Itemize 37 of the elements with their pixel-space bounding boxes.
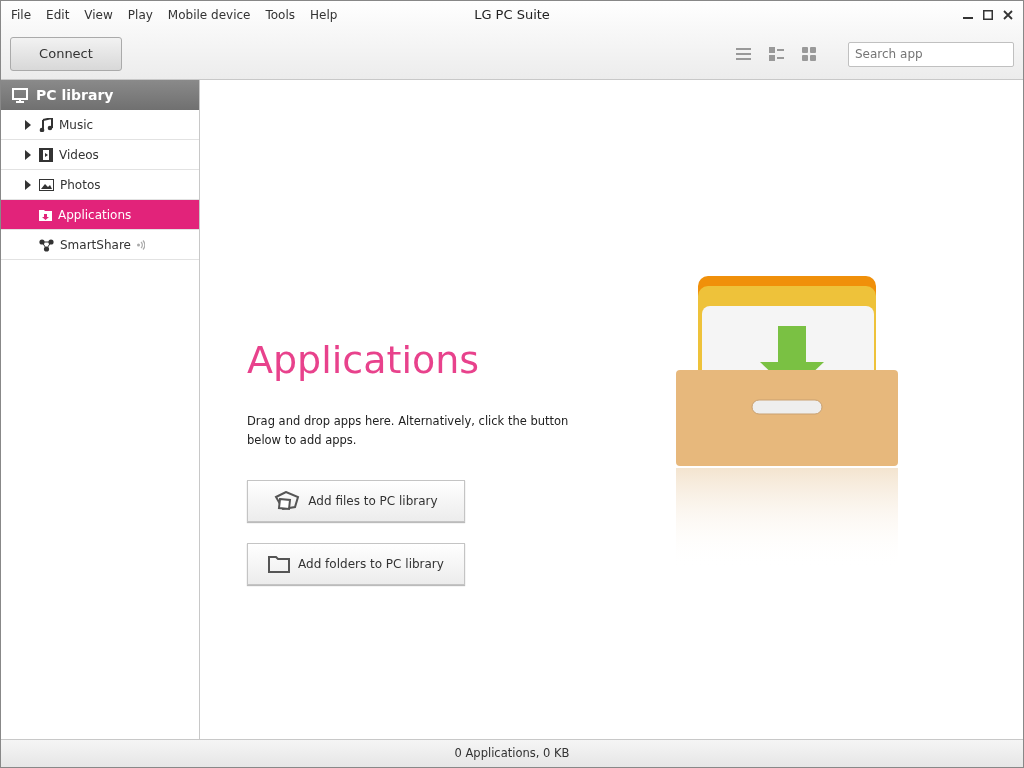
folder-icon <box>268 554 291 573</box>
status-text: 0 Applications, 0 KB <box>454 744 570 762</box>
sidebar-item[interactable]: Applications <box>1 200 199 230</box>
add-button[interactable]: Add files to PC library <box>247 479 465 522</box>
detail-view-icon[interactable] <box>769 47 784 61</box>
film-icon <box>39 147 53 162</box>
folder-download-icon <box>39 208 52 221</box>
signal-waves-icon <box>136 239 145 250</box>
menu-item[interactable]: File <box>11 6 32 24</box>
add-button[interactable]: Add folders to PC library <box>247 542 465 585</box>
menu-item[interactable]: Tools <box>265 6 295 24</box>
connect-button[interactable]: Connect <box>10 37 122 71</box>
picture-icon <box>39 178 54 191</box>
expand-arrow-icon[interactable] <box>25 179 31 190</box>
close-icon[interactable] <box>1003 10 1013 20</box>
sidebar-item[interactable]: SmartShare <box>1 230 199 260</box>
sidebar-item[interactable]: Videos <box>1 140 199 170</box>
maximize-icon[interactable] <box>983 10 993 20</box>
search-field[interactable]: Search app <box>848 41 1014 67</box>
description-text: Drag and drop apps here. Alternatively, click the button below to add apps. <box>247 412 570 449</box>
menu-item[interactable]: Play <box>127 6 153 24</box>
list-view-icon[interactable] <box>736 47 751 60</box>
music-note-icon <box>39 117 53 132</box>
photos-stack-icon <box>274 490 301 511</box>
monitor-icon <box>12 87 28 103</box>
sidebar-item[interactable]: Music <box>1 110 199 140</box>
menu-item[interactable]: Mobile device <box>167 6 251 24</box>
sidebar-header[interactable]: PC library <box>1 80 199 110</box>
window-title: LG PC Suite <box>474 7 550 23</box>
menu-item[interactable]: Help <box>310 6 338 24</box>
menu-item[interactable]: View <box>84 6 113 24</box>
menu-item[interactable]: Edit <box>46 6 70 24</box>
expand-arrow-icon[interactable] <box>25 119 31 130</box>
expand-arrow-icon[interactable] <box>25 149 31 160</box>
page-title: Applications <box>247 338 481 384</box>
share-nodes-icon <box>39 237 54 252</box>
grid-view-icon[interactable] <box>802 47 816 61</box>
